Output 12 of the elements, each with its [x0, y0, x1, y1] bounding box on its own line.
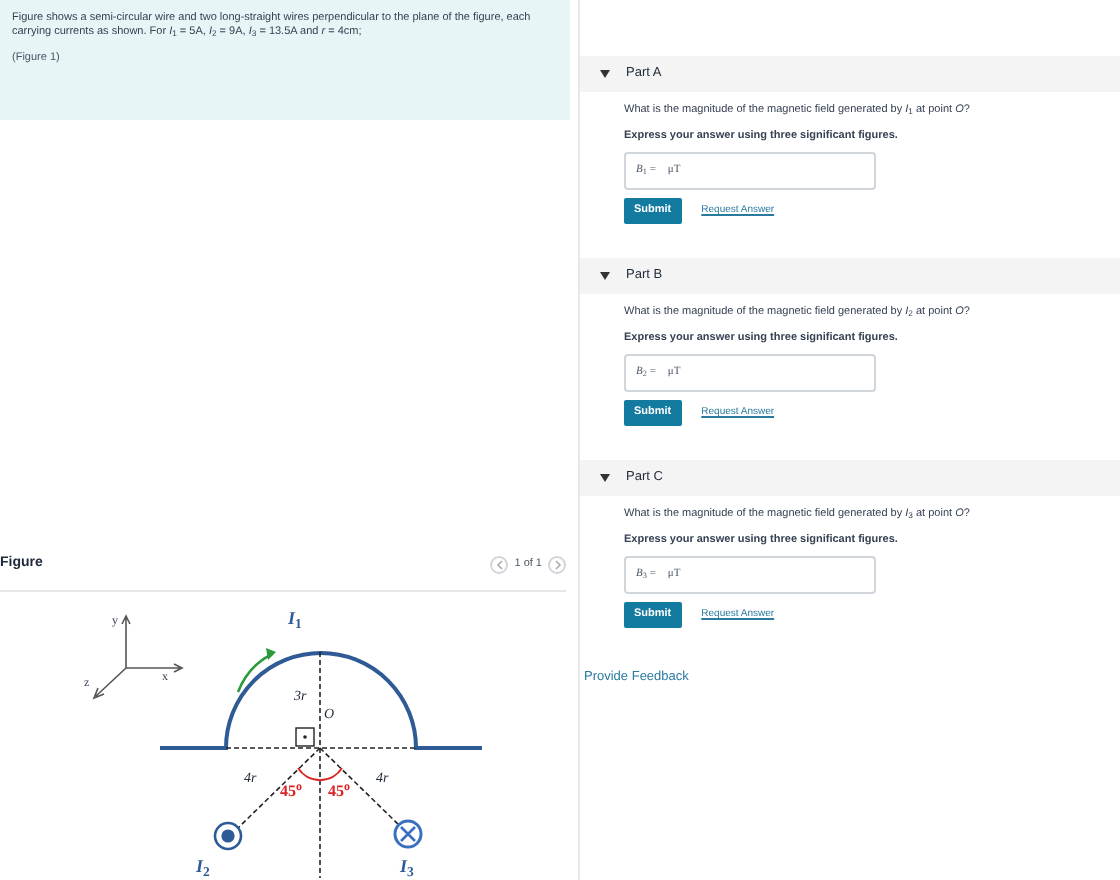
caret-down-icon [600, 272, 610, 280]
chevron-left-icon [495, 560, 504, 570]
previous-button[interactable] [490, 556, 509, 574]
figure-label: I$_{1}$ [288, 610, 302, 628]
figure-label: I$_{2}$ [196, 858, 210, 876]
figure-label: I$_{3}$ [400, 858, 414, 876]
caret-down-icon [600, 474, 610, 482]
figure-label: 45$^{o}$ [280, 784, 302, 800]
chevron-right-icon [553, 560, 561, 570]
next-button[interactable] [548, 556, 566, 574]
figure-label: 45$^{o}$ [328, 784, 350, 800]
caret-down-icon [600, 70, 610, 78]
